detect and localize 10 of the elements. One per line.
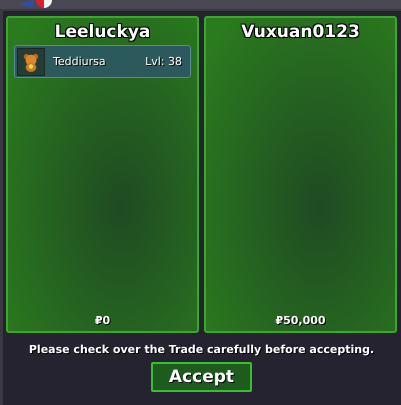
money-amount: ₽0 [94, 314, 110, 327]
bear-icon [22, 52, 40, 72]
trainer-name: Vuxuan0123 [241, 22, 360, 42]
notice-text: Please check over the Trade carefully before accepting. [28, 343, 374, 356]
money-amount: ₽50,000 [275, 314, 326, 327]
pokemon-row[interactable]: Teddiursa Lvl: 38 [14, 45, 191, 78]
trainer-name: Leeluckya [54, 22, 150, 42]
pokemon-name: Teddiursa [53, 55, 107, 68]
pokemon-level: Lvl: 38 [145, 55, 182, 68]
accept-button[interactable]: Accept [151, 362, 252, 392]
